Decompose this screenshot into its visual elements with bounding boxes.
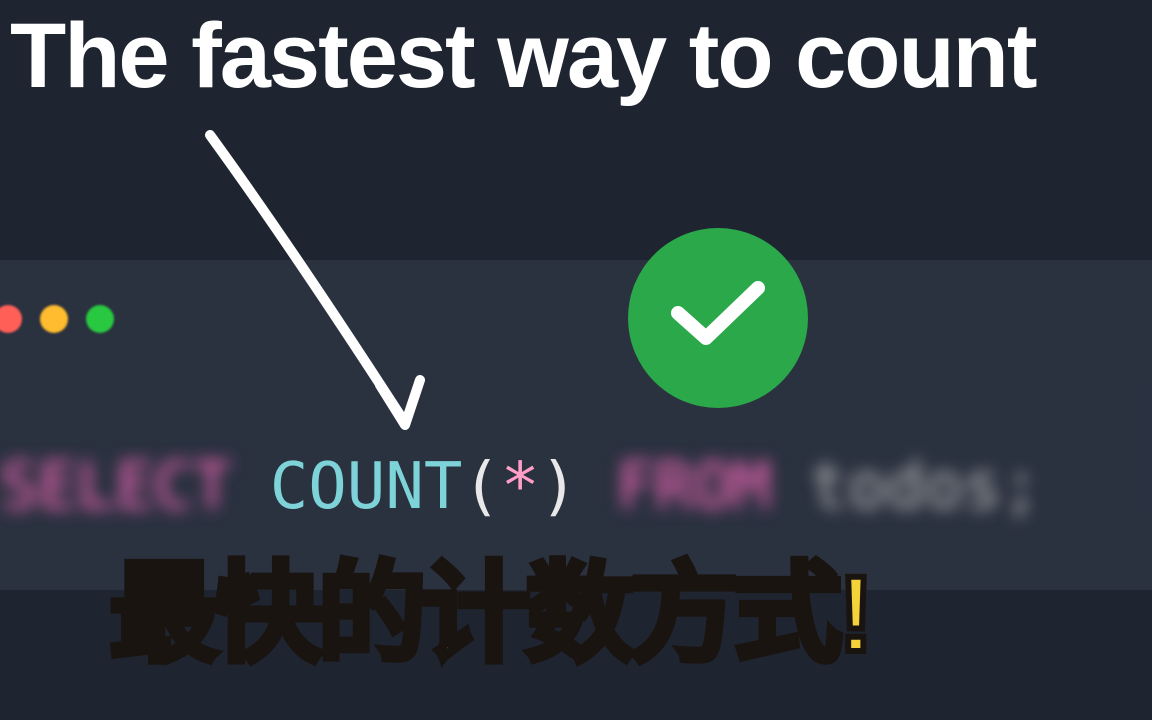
checkmark-icon — [668, 278, 768, 348]
checkmark-badge — [628, 228, 808, 408]
maximize-dot-icon — [86, 305, 114, 333]
star-operator: * — [501, 450, 540, 524]
select-keyword: SELECT — [0, 450, 231, 524]
table-name: todos — [809, 450, 1002, 524]
from-keyword: FROM — [617, 450, 771, 524]
paren-close: ) — [539, 450, 578, 524]
minimize-dot-icon — [40, 305, 68, 333]
main-title-cn: 最快的计数方式! — [110, 560, 870, 668]
semicolon: ; — [1002, 450, 1041, 524]
main-title-en: The fastest way to count — [0, 10, 1152, 102]
window-controls — [0, 305, 114, 333]
code-window — [0, 260, 1152, 590]
close-dot-icon — [0, 305, 22, 333]
paren-open: ( — [462, 450, 501, 524]
count-function: COUNT — [270, 450, 463, 524]
sql-code-line: SELECT COUNT(*) FROM todos; — [0, 450, 1152, 524]
